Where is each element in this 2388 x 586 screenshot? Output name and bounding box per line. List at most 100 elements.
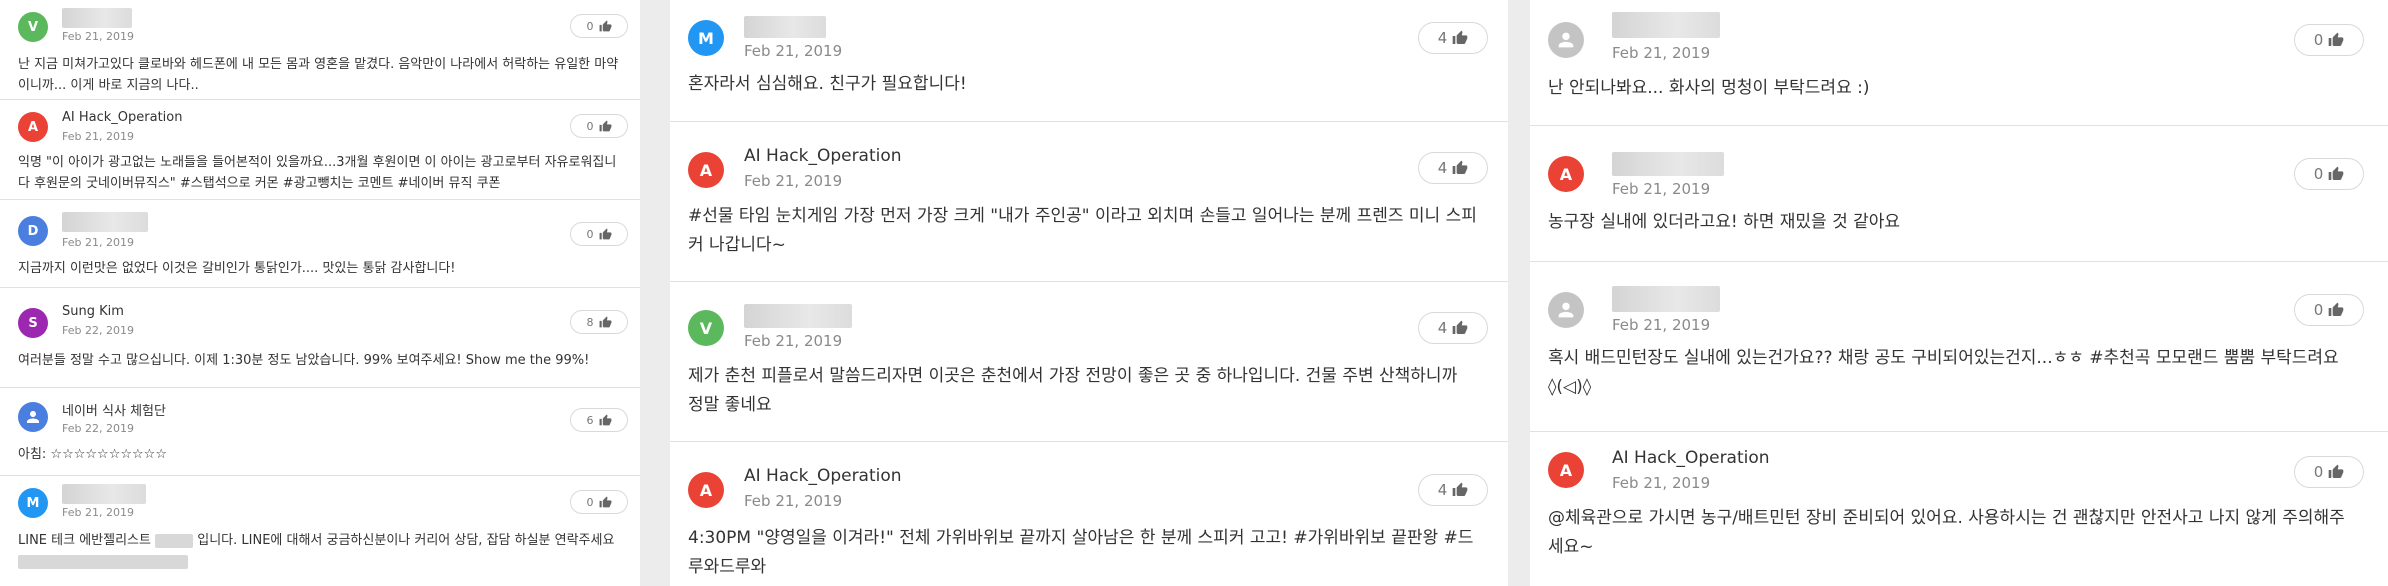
comment-item: 네이버 식사 체험단 Feb 22, 2019 6 아침: ☆☆☆☆☆☆☆☆☆☆ — [0, 388, 640, 476]
comment-column-1: V Feb 21, 2019 0 난 지금 미쳐가고있다 클로바와 헤드폰에 내… — [0, 0, 640, 586]
like-count: 4 — [1437, 319, 1448, 337]
thumbs-up-icon — [599, 20, 612, 33]
avatar: S — [18, 308, 48, 338]
thumbs-up-icon — [1452, 320, 1468, 336]
like-count: 0 — [586, 227, 594, 241]
comment-text: LINE 테크 에반젤리스트 입니다. LINE에 대해서 궁금하신분이나 커리… — [18, 530, 624, 572]
like-count: 0 — [2313, 301, 2324, 319]
redacted-name — [155, 533, 194, 548]
comment-text: 난 지금 미쳐가고있다 클로바와 헤드폰에 내 모든 몸과 영혼을 맡겼다. 음… — [18, 57, 619, 93]
person-icon — [1555, 299, 1577, 321]
thumbs-up-icon — [599, 414, 612, 427]
comment-column-3: Feb 21, 2019 0 난 안되나봐요... 화사의 멍청이 부탁드려요 … — [1530, 0, 2388, 586]
like-button[interactable]: 0 — [2294, 294, 2364, 326]
comment-date: Feb 21, 2019 — [62, 236, 134, 249]
comment-column-2: M Feb 21, 2019 4 혼자라서 심심해요. 친구가 필요합니다! A… — [670, 0, 1508, 586]
like-count: 0 — [586, 19, 594, 33]
comment-date: Feb 21, 2019 — [62, 506, 134, 519]
comment-item: A AI Hack_Operation Feb 21, 2019 0 익명 "이… — [0, 100, 640, 200]
comment-item: A Feb 21, 2019 0 농구장 실내에 있더라고요! 하면 재밌을 것… — [1530, 126, 2388, 262]
thumbs-up-icon — [599, 316, 612, 329]
comment-text: 익명 "이 아이가 광고없는 노래들을 들어본적이 있을까요...3개월 후원이… — [18, 155, 617, 191]
like-button[interactable]: 0 — [2294, 24, 2364, 56]
comment-text-part: LINE 테크 에반젤리스트 — [18, 533, 151, 548]
like-button[interactable]: 0 — [570, 14, 628, 38]
redacted-username — [1612, 12, 1720, 38]
thumbs-up-icon — [2328, 166, 2344, 182]
comment-item: Feb 21, 2019 0 난 안되나봐요... 화사의 멍청이 부탁드려요 … — [1530, 0, 2388, 126]
like-count: 6 — [586, 413, 594, 427]
comment-author[interactable]: Sung Kim — [62, 304, 124, 319]
comment-author[interactable]: AI Hack_Operation — [62, 110, 182, 125]
comment-date: Feb 21, 2019 — [1612, 316, 1711, 334]
redacted-username — [1612, 152, 1724, 176]
like-count: 4 — [1437, 29, 1448, 47]
redacted-contact — [18, 554, 188, 569]
like-button[interactable]: 4 — [1418, 22, 1488, 54]
like-count: 8 — [586, 315, 594, 329]
comment-author[interactable]: AI Hack_Operation — [744, 146, 902, 166]
comment-date: Feb 21, 2019 — [1612, 44, 1711, 62]
comment-date: Feb 21, 2019 — [62, 130, 134, 143]
comment-date: Feb 21, 2019 — [744, 172, 843, 190]
comment-text: 혹시 배드민턴장도 실내에 있는건가요?? 채랑 공도 구비되어있는건지...ㅎ… — [1548, 348, 2339, 397]
like-button[interactable]: 8 — [570, 310, 628, 334]
like-count: 0 — [586, 495, 594, 509]
comment-date: Feb 22, 2019 — [62, 324, 134, 337]
avatar — [18, 402, 48, 432]
redacted-username — [62, 212, 148, 232]
comment-text: 제가 춘천 피플로서 말씀드리자면 이곳은 춘천에서 가장 전망이 좋은 곳 중… — [688, 366, 1458, 415]
comment-text: 지금까지 이런맛은 없었다 이것은 갈비인가 통닭인가.... 맛있는 통닭 감… — [18, 261, 456, 276]
avatar: A — [1548, 452, 1584, 488]
redacted-username — [62, 8, 132, 28]
avatar: A — [688, 472, 724, 508]
comment-text-part: 입니다. LINE에 대해서 궁금하신분이나 커리어 상담, 잡담 하실분 연락… — [197, 533, 615, 548]
like-button[interactable]: 0 — [2294, 158, 2364, 190]
like-button[interactable]: 0 — [570, 490, 628, 514]
thumbs-up-icon — [1452, 30, 1468, 46]
comment-date: Feb 22, 2019 — [62, 422, 134, 435]
avatar: A — [1548, 156, 1584, 192]
like-button[interactable]: 0 — [2294, 456, 2364, 488]
like-button[interactable]: 4 — [1418, 474, 1488, 506]
comment-item: M Feb 21, 2019 4 혼자라서 심심해요. 친구가 필요합니다! — [670, 0, 1508, 122]
person-icon — [1555, 29, 1577, 51]
comment-item: D Feb 21, 2019 0 지금까지 이런맛은 없었다 이것은 갈비인가 … — [0, 200, 640, 288]
thumbs-up-icon — [599, 496, 612, 509]
redacted-username — [744, 16, 826, 38]
comment-author[interactable]: AI Hack_Operation — [1612, 448, 1770, 468]
avatar — [1548, 292, 1584, 328]
comment-text: 혼자라서 심심해요. 친구가 필요합니다! — [688, 74, 967, 94]
comment-date: Feb 21, 2019 — [1612, 180, 1711, 198]
thumbs-up-icon — [2328, 302, 2344, 318]
comment-author[interactable]: 네이버 식사 체험단 — [62, 400, 166, 419]
like-count: 4 — [1437, 481, 1448, 499]
comment-item: A AI Hack_Operation Feb 21, 2019 4 #선물 타… — [670, 122, 1508, 282]
like-button[interactable]: 6 — [570, 408, 628, 432]
avatar: A — [18, 112, 48, 142]
comment-text: 농구장 실내에 있더라고요! 하면 재밌을 것 같아요 — [1548, 212, 1901, 232]
like-button[interactable]: 0 — [570, 222, 628, 246]
like-button[interactable]: 4 — [1418, 312, 1488, 344]
comment-date: Feb 21, 2019 — [1612, 474, 1711, 492]
like-count: 0 — [2313, 463, 2324, 481]
redacted-username — [1612, 286, 1720, 312]
person-icon — [24, 408, 42, 426]
comment-date: Feb 21, 2019 — [744, 492, 843, 510]
like-button[interactable]: 0 — [570, 114, 628, 138]
avatar — [1548, 22, 1584, 58]
thumbs-up-icon — [2328, 32, 2344, 48]
comment-author[interactable]: AI Hack_Operation — [744, 466, 902, 486]
avatar: A — [688, 152, 724, 188]
comment-item: Feb 21, 2019 0 혹시 배드민턴장도 실내에 있는건가요?? 채랑 … — [1530, 262, 2388, 432]
like-button[interactable]: 4 — [1418, 152, 1488, 184]
comment-item: A AI Hack_Operation Feb 21, 2019 4 4:30P… — [670, 442, 1508, 586]
comment-item: V Feb 21, 2019 4 제가 춘천 피플로서 말씀드리자면 이곳은 춘… — [670, 282, 1508, 442]
avatar: D — [18, 216, 48, 246]
thumbs-up-icon — [599, 228, 612, 241]
thumbs-up-icon — [599, 120, 612, 133]
thumbs-up-icon — [2328, 464, 2344, 480]
comment-date: Feb 21, 2019 — [744, 42, 843, 60]
like-count: 4 — [1437, 159, 1448, 177]
comment-text: 난 안되나봐요... 화사의 멍청이 부탁드려요 :) — [1548, 78, 1870, 98]
